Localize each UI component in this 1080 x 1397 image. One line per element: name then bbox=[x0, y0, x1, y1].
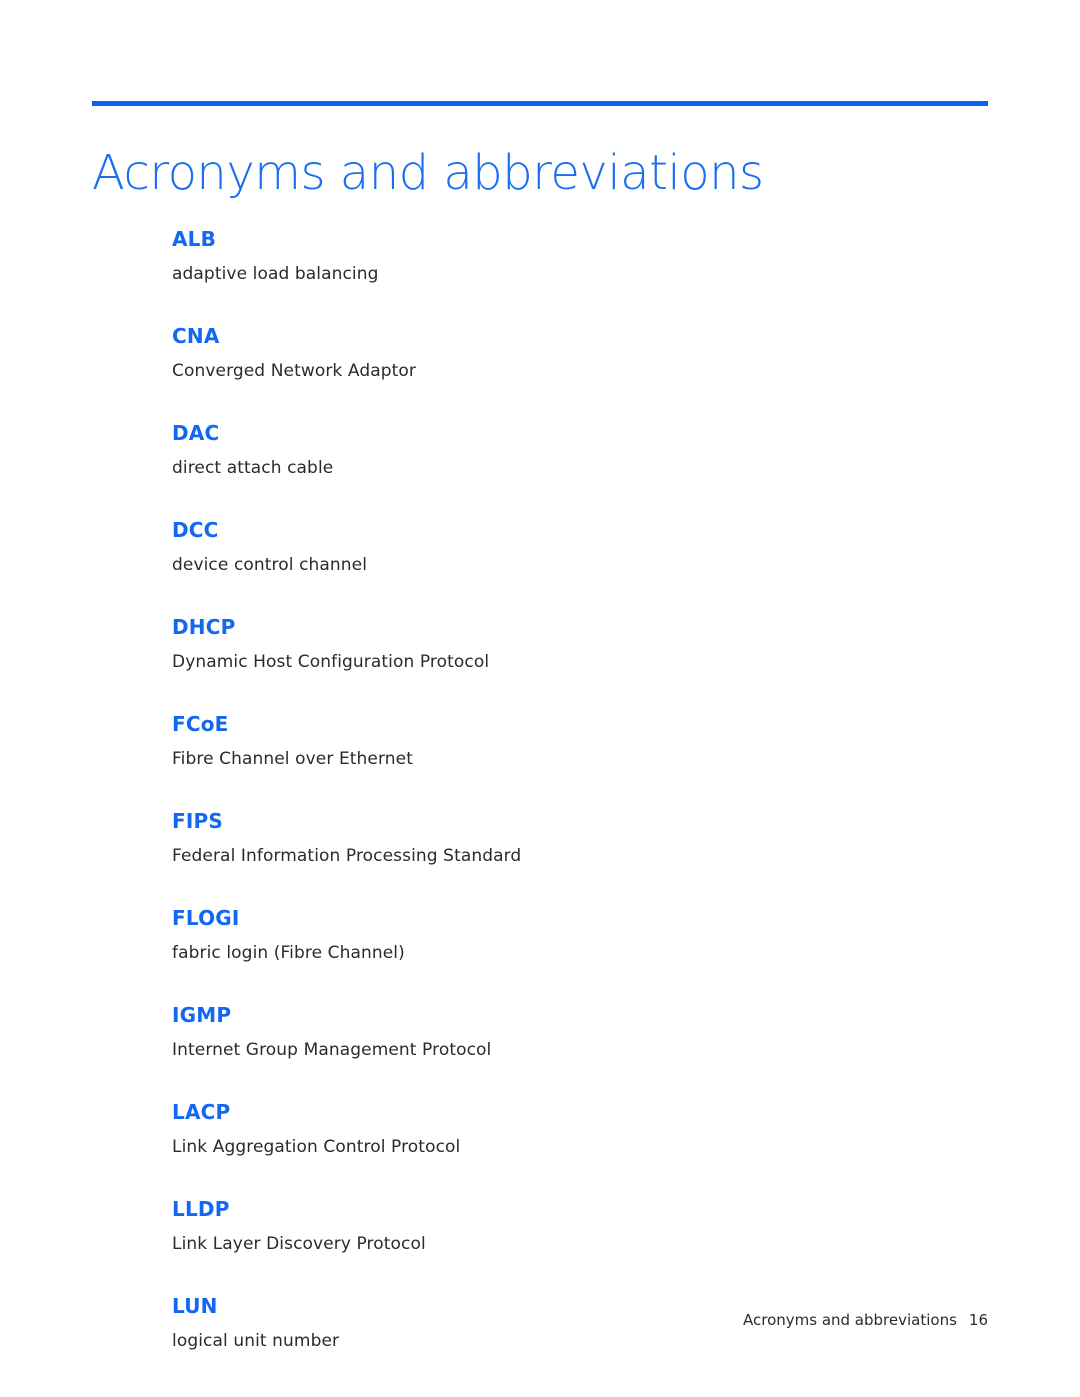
glossary-entry: CNA Converged Network Adaptor bbox=[172, 323, 932, 383]
glossary-list: ALB adaptive load balancing CNA Converged N… bbox=[172, 226, 932, 1353]
glossary-term: ALB bbox=[172, 227, 217, 251]
glossary-entry: FLOGI fabric login (Fibre Channel) bbox=[172, 905, 932, 965]
page-footer: Acronyms and abbreviations 16 bbox=[0, 1310, 988, 1330]
glossary-term: FLOGI bbox=[172, 906, 240, 930]
glossary-entry: FIPS Federal Information Processing Stand… bbox=[172, 808, 932, 868]
page-title: Acronyms and abbreviations bbox=[92, 145, 764, 202]
glossary-definition: direct attach cable bbox=[172, 458, 334, 478]
glossary-definition: Converged Network Adaptor bbox=[172, 361, 416, 381]
footer-page-number: 16 bbox=[968, 1311, 988, 1329]
glossary-term: FCoE bbox=[172, 712, 229, 736]
glossary-entry: FCoE Fibre Channel over Ethernet bbox=[172, 711, 932, 771]
glossary-term: LACP bbox=[172, 1100, 231, 1124]
glossary-definition: adaptive load balancing bbox=[172, 264, 379, 284]
glossary-term: DHCP bbox=[172, 615, 236, 639]
glossary-entry: LACP Link Aggregation Control Protocol bbox=[172, 1099, 932, 1159]
glossary-entry: DAC direct attach cable bbox=[172, 420, 932, 480]
glossary-definition: Fibre Channel over Ethernet bbox=[172, 749, 413, 769]
glossary-definition: Federal Information Processing Standard bbox=[172, 846, 522, 866]
glossary-term: CNA bbox=[172, 324, 220, 348]
glossary-definition: logical unit number bbox=[172, 1331, 340, 1351]
glossary-term: FIPS bbox=[172, 809, 223, 833]
footer-section-label: Acronyms and abbreviations bbox=[742, 1311, 957, 1329]
glossary-definition: Dynamic Host Configuration Protocol bbox=[172, 652, 490, 672]
glossary-entry: IGMP Internet Group Management Protocol bbox=[172, 1002, 932, 1062]
glossary-entry: DHCP Dynamic Host Configuration Protocol bbox=[172, 614, 932, 674]
glossary-entry: DCC device control channel bbox=[172, 517, 932, 577]
glossary-definition: Internet Group Management Protocol bbox=[172, 1040, 492, 1060]
glossary-definition: Link Aggregation Control Protocol bbox=[172, 1137, 461, 1157]
title-accent-rule bbox=[92, 101, 988, 106]
glossary-term: LLDP bbox=[172, 1197, 230, 1221]
glossary-term: IGMP bbox=[172, 1003, 232, 1027]
document-page: Acronyms and abbreviations ALB adaptive l… bbox=[0, 0, 1080, 1397]
glossary-definition: device control channel bbox=[172, 555, 368, 575]
glossary-entry: ALB adaptive load balancing bbox=[172, 226, 932, 286]
glossary-entry: LLDP Link Layer Discovery Protocol bbox=[172, 1196, 932, 1256]
glossary-term: DAC bbox=[172, 421, 220, 445]
glossary-definition: fabric login (Fibre Channel) bbox=[172, 943, 405, 963]
glossary-definition: Link Layer Discovery Protocol bbox=[172, 1234, 426, 1254]
glossary-term: DCC bbox=[172, 518, 219, 542]
